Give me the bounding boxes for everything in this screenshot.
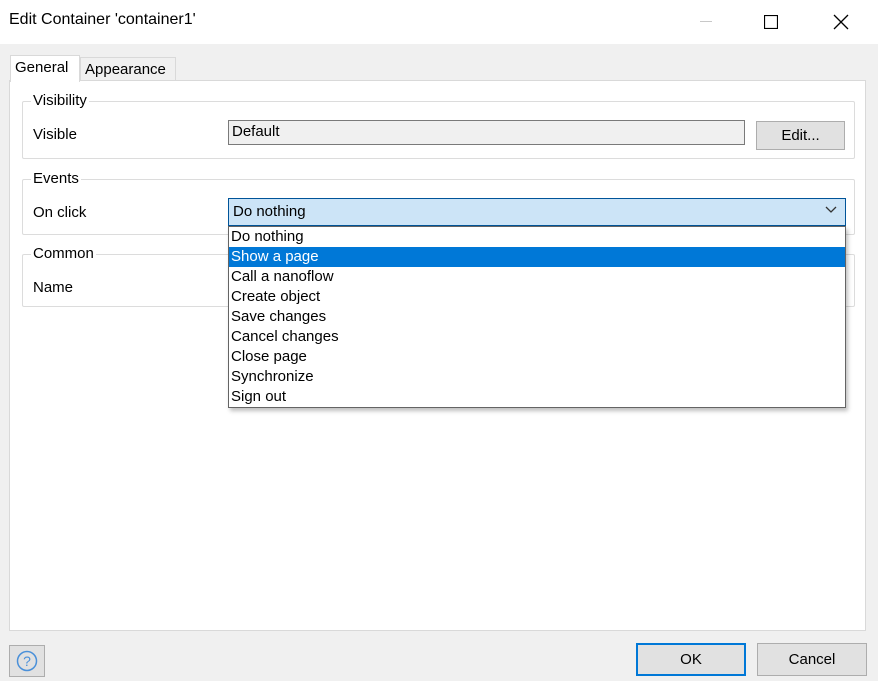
visible-field[interactable]: Default <box>228 120 745 145</box>
maximize-icon <box>764 15 778 29</box>
minimize-icon <box>700 21 712 22</box>
option-show-a-page[interactable]: Show a page <box>229 247 845 267</box>
option-cancel-changes[interactable]: Cancel changes <box>229 327 845 347</box>
onclick-select[interactable]: Do nothing <box>228 198 846 226</box>
option-synchronize[interactable]: Synchronize <box>229 367 845 387</box>
option-create-object[interactable]: Create object <box>229 287 845 307</box>
cancel-button[interactable]: Cancel <box>757 643 867 676</box>
window-title: Edit Container 'container1' <box>9 11 196 28</box>
svg-text:?: ? <box>23 653 31 669</box>
events-group-title: Events <box>31 170 81 188</box>
common-group-title: Common <box>31 245 96 263</box>
title-bar: Edit Container 'container1' <box>0 0 878 44</box>
close-button[interactable] <box>818 0 864 44</box>
onclick-label: On click <box>33 204 87 221</box>
maximize-button[interactable] <box>748 0 794 44</box>
tab-appearance[interactable]: Appearance <box>80 57 176 81</box>
option-do-nothing[interactable]: Do nothing <box>229 227 845 247</box>
edit-button-label: Edit... <box>781 127 820 144</box>
name-label: Name <box>33 279 74 296</box>
option-save-changes[interactable]: Save changes <box>229 307 845 327</box>
tab-general[interactable]: General <box>10 55 80 82</box>
onclick-selected-value: Do nothing <box>233 203 306 220</box>
edit-button[interactable]: Edit... <box>756 121 845 150</box>
ok-button-label: OK <box>680 651 702 668</box>
help-button[interactable]: ? <box>9 645 45 677</box>
option-close-page[interactable]: Close page <box>229 347 845 367</box>
tab-appearance-label: Appearance <box>85 61 166 78</box>
tab-general-label: General <box>15 59 69 76</box>
visibility-group-title: Visibility <box>31 92 89 110</box>
ok-button[interactable]: OK <box>636 643 746 676</box>
onclick-dropdown-list: Do nothing Show a page Call a nanoflow C… <box>228 226 846 408</box>
visible-label: Visible <box>33 126 77 143</box>
close-icon <box>833 14 849 30</box>
chevron-down-icon <box>825 206 837 213</box>
visible-value: Default <box>232 123 280 140</box>
option-sign-out[interactable]: Sign out <box>229 387 845 407</box>
option-call-a-nanoflow[interactable]: Call a nanoflow <box>229 267 845 287</box>
minimize-button[interactable] <box>683 0 729 44</box>
cancel-button-label: Cancel <box>788 651 836 668</box>
help-icon: ? <box>16 650 38 672</box>
